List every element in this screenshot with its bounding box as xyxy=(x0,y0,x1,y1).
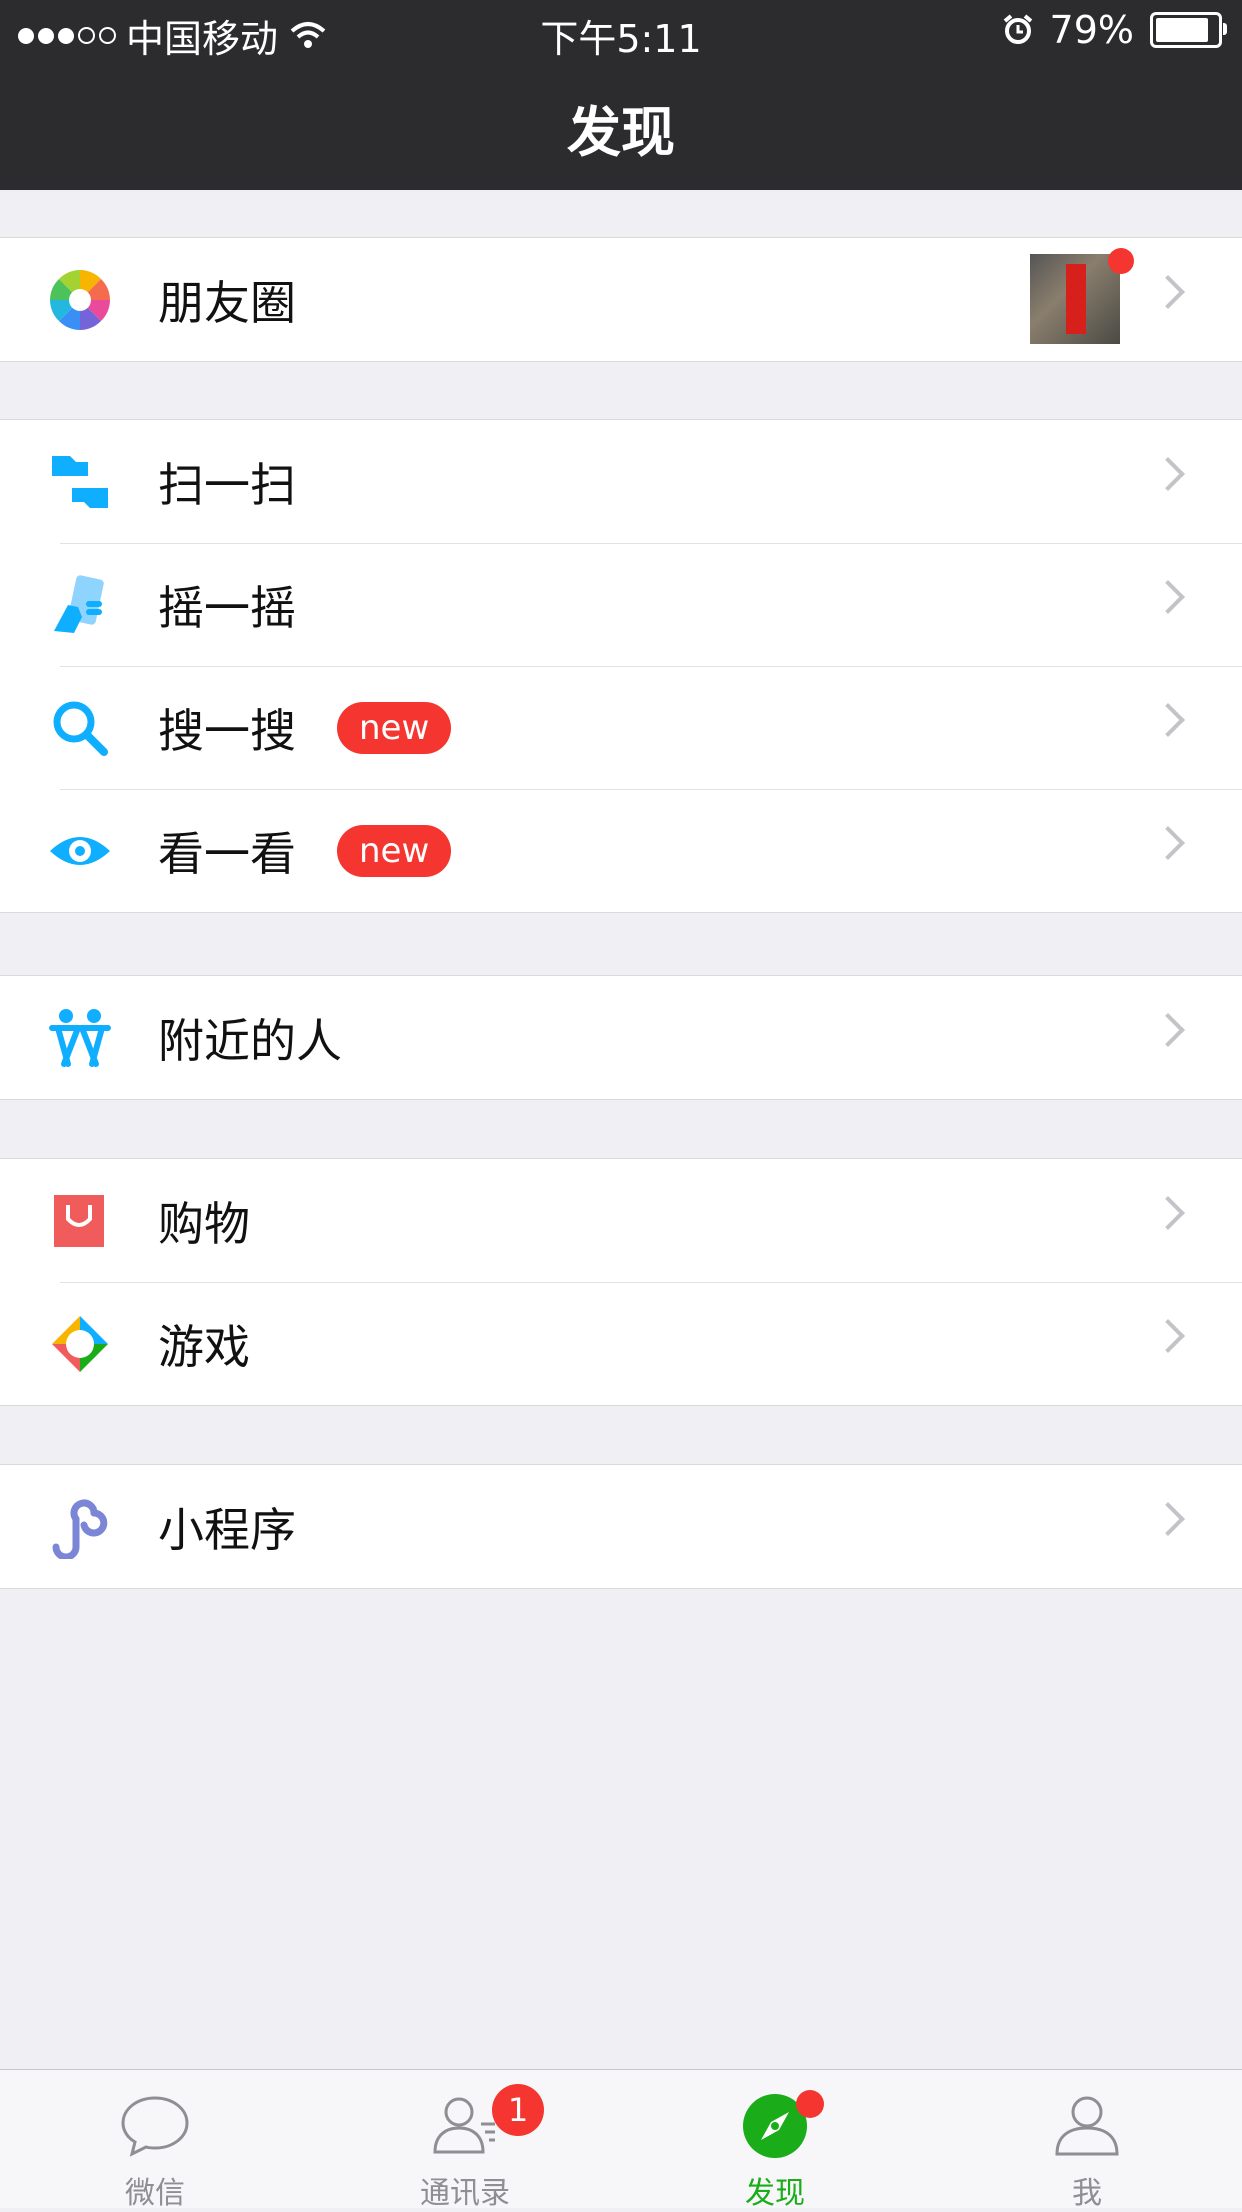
list-item-scan[interactable]: 扫一扫 xyxy=(0,420,1242,543)
person-icon xyxy=(1055,2096,1119,2156)
alarm-clock-icon xyxy=(1003,14,1032,44)
list-item-label: 购物 xyxy=(158,1196,250,1251)
eye-icon xyxy=(48,819,112,883)
tab-label: 我 xyxy=(1072,2176,1102,2211)
chevron-right-icon xyxy=(1151,1319,1185,1353)
games-icon xyxy=(48,1312,112,1376)
shopping-bag-icon xyxy=(48,1189,112,1253)
battery-icon xyxy=(1150,12,1227,48)
nearby-people-icon xyxy=(48,1006,112,1070)
top-bar: 中国移动 下午5:11 79% 发现 xyxy=(0,0,1242,190)
list-item-shopping[interactable]: 购物 xyxy=(0,1159,1242,1282)
moments-thumbnail xyxy=(1030,248,1134,344)
chevron-right-icon xyxy=(1151,1196,1185,1230)
scan-icon xyxy=(48,450,112,514)
status-bar: 中国移动 下午5:11 79% xyxy=(0,0,1242,62)
contacts-icon xyxy=(433,2097,495,2154)
new-badge: new xyxy=(337,825,452,877)
list-item-label: 附近的人 xyxy=(158,1013,342,1068)
chevron-right-icon xyxy=(1151,1502,1185,1536)
list-item-label: 扫一扫 xyxy=(158,457,296,512)
battery-percent: 79% xyxy=(1049,8,1134,52)
contacts-badge: 1 xyxy=(492,2084,544,2136)
tab-me[interactable]: 我 xyxy=(932,2070,1242,2211)
chevron-right-icon xyxy=(1151,826,1185,860)
chevron-right-icon xyxy=(1151,457,1185,491)
list-item-shake[interactable]: 摇一摇 xyxy=(0,543,1242,666)
chevron-right-icon xyxy=(1151,703,1185,737)
tab-label: 通讯录 xyxy=(420,2176,510,2211)
new-badge: new xyxy=(337,702,452,754)
tab-label: 微信 xyxy=(125,2176,185,2211)
list-item-label: 游戏 xyxy=(158,1319,250,1374)
page-title: 发现 xyxy=(567,101,675,164)
list-item-games[interactable]: 游戏 xyxy=(0,1282,1242,1405)
tab-label: 发现 xyxy=(745,2176,805,2211)
section-moments: 朋友圈 xyxy=(0,237,1242,362)
chat-bubble-icon xyxy=(121,2096,189,2157)
chevron-right-icon xyxy=(1151,275,1185,309)
section-services: 购物 游戏 xyxy=(0,1158,1242,1406)
search-icon xyxy=(48,696,112,760)
section-tools: 扫一扫 摇一摇 搜一搜 new 看一看 new xyxy=(0,419,1242,913)
tab-bar: 微信 1 通讯录 发现 我 xyxy=(0,2069,1242,2211)
list-item-search[interactable]: 搜一搜 new xyxy=(0,666,1242,789)
list-item-moments[interactable]: 朋友圈 xyxy=(0,238,1242,361)
chevron-right-icon xyxy=(1151,580,1185,614)
tab-contacts[interactable]: 1 通讯录 xyxy=(310,2070,620,2211)
list-item-label: 摇一摇 xyxy=(158,580,296,635)
tab-chats[interactable]: 微信 xyxy=(0,2070,310,2211)
list-item-mini-program[interactable]: 小程序 xyxy=(0,1465,1242,1588)
list-item-label: 朋友圈 xyxy=(158,275,296,330)
discover-unread-dot xyxy=(796,2090,824,2118)
list-item-label: 搜一搜 xyxy=(158,703,296,758)
list-item-look[interactable]: 看一看 new xyxy=(0,789,1242,912)
section-nearby: 附近的人 xyxy=(0,975,1242,1100)
shake-icon xyxy=(48,573,112,637)
list-item-nearby-people[interactable]: 附近的人 xyxy=(0,976,1242,1099)
status-right: 79% xyxy=(1002,8,1227,52)
list-item-label: 小程序 xyxy=(158,1502,296,1557)
unread-dot xyxy=(1108,248,1134,274)
chevron-right-icon xyxy=(1151,1013,1185,1047)
section-mini-program: 小程序 xyxy=(0,1464,1242,1589)
list-item-label: 看一看 xyxy=(158,826,296,881)
tab-discover[interactable]: 发现 xyxy=(620,2070,930,2211)
moments-icon xyxy=(48,268,112,332)
mini-program-icon xyxy=(48,1495,112,1559)
